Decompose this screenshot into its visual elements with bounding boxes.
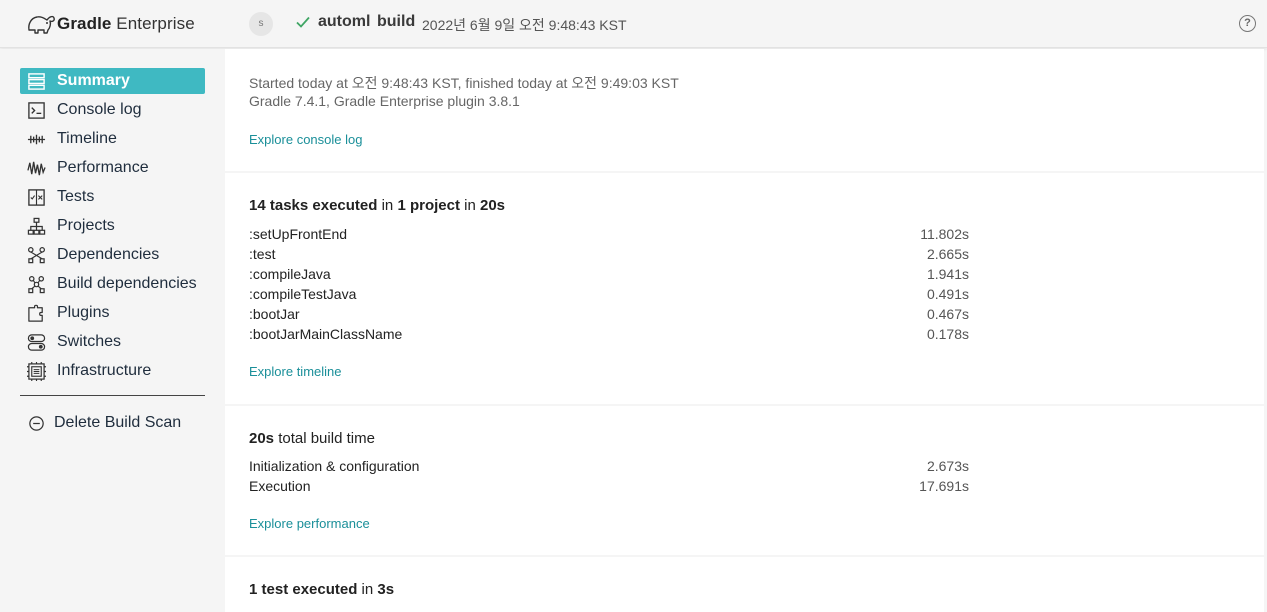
minus-circle-icon bbox=[26, 413, 46, 433]
dependencies-icon bbox=[26, 245, 46, 265]
elephant-logo-icon bbox=[28, 15, 55, 34]
build-timestamp: 2022년 6월 9일 오전 9:48:43 KST bbox=[422, 17, 627, 33]
timeline-icon bbox=[26, 129, 46, 149]
tests-icon bbox=[26, 187, 46, 207]
explore-performance-link[interactable]: Explore performance bbox=[249, 516, 370, 531]
build-dependencies-icon bbox=[26, 274, 46, 294]
build-versions: Gradle 7.4.1, Gradle Enterprise plugin 3… bbox=[249, 93, 520, 109]
sidebar-item-projects[interactable]: Projects bbox=[20, 213, 205, 239]
explore-console-log-link[interactable]: Explore console log bbox=[249, 132, 362, 147]
top-header: Gradle Enterprise s automl build 2022년 6… bbox=[0, 0, 1267, 48]
user-avatar[interactable]: s bbox=[249, 12, 273, 36]
sidebar-item-label: Projects bbox=[57, 217, 115, 234]
build-task-name: build bbox=[377, 13, 416, 30]
sidebar-item-label: Console log bbox=[57, 101, 142, 118]
sidebar-item-label: Dependencies bbox=[57, 246, 160, 263]
sidebar-item-label: Performance bbox=[57, 159, 149, 176]
build-project-name: automl bbox=[318, 13, 371, 30]
logo-product: Enterprise bbox=[116, 14, 195, 33]
performance-card: 20s total build time Initialization & co… bbox=[225, 406, 1264, 555]
delete-build-scan-button[interactable]: Delete Build Scan bbox=[20, 410, 181, 436]
sidebar-item-summary[interactable]: Summary bbox=[20, 68, 205, 94]
sidebar-divider bbox=[20, 395, 205, 396]
sidebar-item-performance[interactable]: Performance bbox=[20, 155, 205, 181]
sidebar-item-tests[interactable]: Tests bbox=[20, 184, 205, 210]
tasks-title: 14 tasks executed in 1 project in 20s bbox=[249, 197, 506, 214]
plugins-icon bbox=[26, 303, 46, 323]
sidebar-item-timeline[interactable]: Timeline bbox=[20, 126, 205, 152]
infrastructure-icon bbox=[26, 361, 46, 381]
overview-card: Started today at 오전 9:48:43 KST, finishe… bbox=[225, 49, 1264, 171]
sidebar-item-build-dependencies[interactable]: Build dependencies bbox=[20, 271, 205, 297]
projects-icon bbox=[26, 216, 46, 236]
tasks-card: 14 tasks executed in 1 project in 20s :s… bbox=[225, 173, 1264, 404]
performance-row: Execution 17.691s bbox=[249, 478, 969, 494]
success-check-icon bbox=[296, 16, 310, 28]
sidebar-item-label: Timeline bbox=[57, 130, 117, 147]
help-icon[interactable]: ? bbox=[1239, 15, 1256, 32]
sidebar-item-infrastructure[interactable]: Infrastructure bbox=[20, 358, 205, 384]
explore-timeline-link[interactable]: Explore timeline bbox=[249, 364, 342, 379]
switches-icon bbox=[26, 332, 46, 352]
delete-build-scan-label: Delete Build Scan bbox=[54, 414, 182, 431]
task-row: :compileTestJava 0.491s bbox=[249, 286, 969, 302]
task-row: :bootJar 0.467s bbox=[249, 306, 969, 322]
task-row: :setUpFrontEnd 11.802s bbox=[249, 226, 969, 242]
task-row: :test 2.665s bbox=[249, 246, 969, 262]
sidebar-item-plugins[interactable]: Plugins bbox=[20, 300, 205, 326]
sidebar-item-label: Switches bbox=[57, 333, 122, 350]
sidebar-item-label: Summary bbox=[57, 72, 130, 89]
tests-card: 1 test executed in 3s bbox=[225, 557, 1264, 612]
build-start-finish: Started today at 오전 9:48:43 KST, finishe… bbox=[249, 75, 679, 91]
performance-row: Initialization & configuration 2.673s bbox=[249, 458, 969, 474]
summary-icon bbox=[26, 71, 46, 91]
sidebar-item-switches[interactable]: Switches bbox=[20, 329, 205, 355]
performance-title: 20s total build time bbox=[249, 430, 375, 447]
console-icon bbox=[26, 100, 46, 120]
task-row: :compileJava 1.941s bbox=[249, 266, 969, 282]
sidebar-item-label: Infrastructure bbox=[57, 362, 152, 379]
sidebar-nav: Summary Console log Timeline Performance… bbox=[0, 49, 225, 612]
performance-icon bbox=[26, 158, 46, 178]
sidebar-item-label: Build dependencies bbox=[57, 275, 197, 292]
sidebar-item-label: Tests bbox=[57, 188, 95, 205]
tests-title: 1 test executed in 3s bbox=[249, 581, 395, 598]
sidebar-item-console-log[interactable]: Console log bbox=[20, 97, 205, 123]
sidebar-item-label: Plugins bbox=[57, 304, 110, 321]
logo-brand: Gradle bbox=[57, 14, 112, 33]
main-content: Started today at 오전 9:48:43 KST, finishe… bbox=[225, 49, 1264, 612]
sidebar-item-dependencies[interactable]: Dependencies bbox=[20, 242, 205, 268]
task-row: :bootJarMainClassName 0.178s bbox=[249, 326, 969, 342]
gradle-enterprise-logo[interactable]: Gradle Enterprise bbox=[26, 10, 195, 38]
